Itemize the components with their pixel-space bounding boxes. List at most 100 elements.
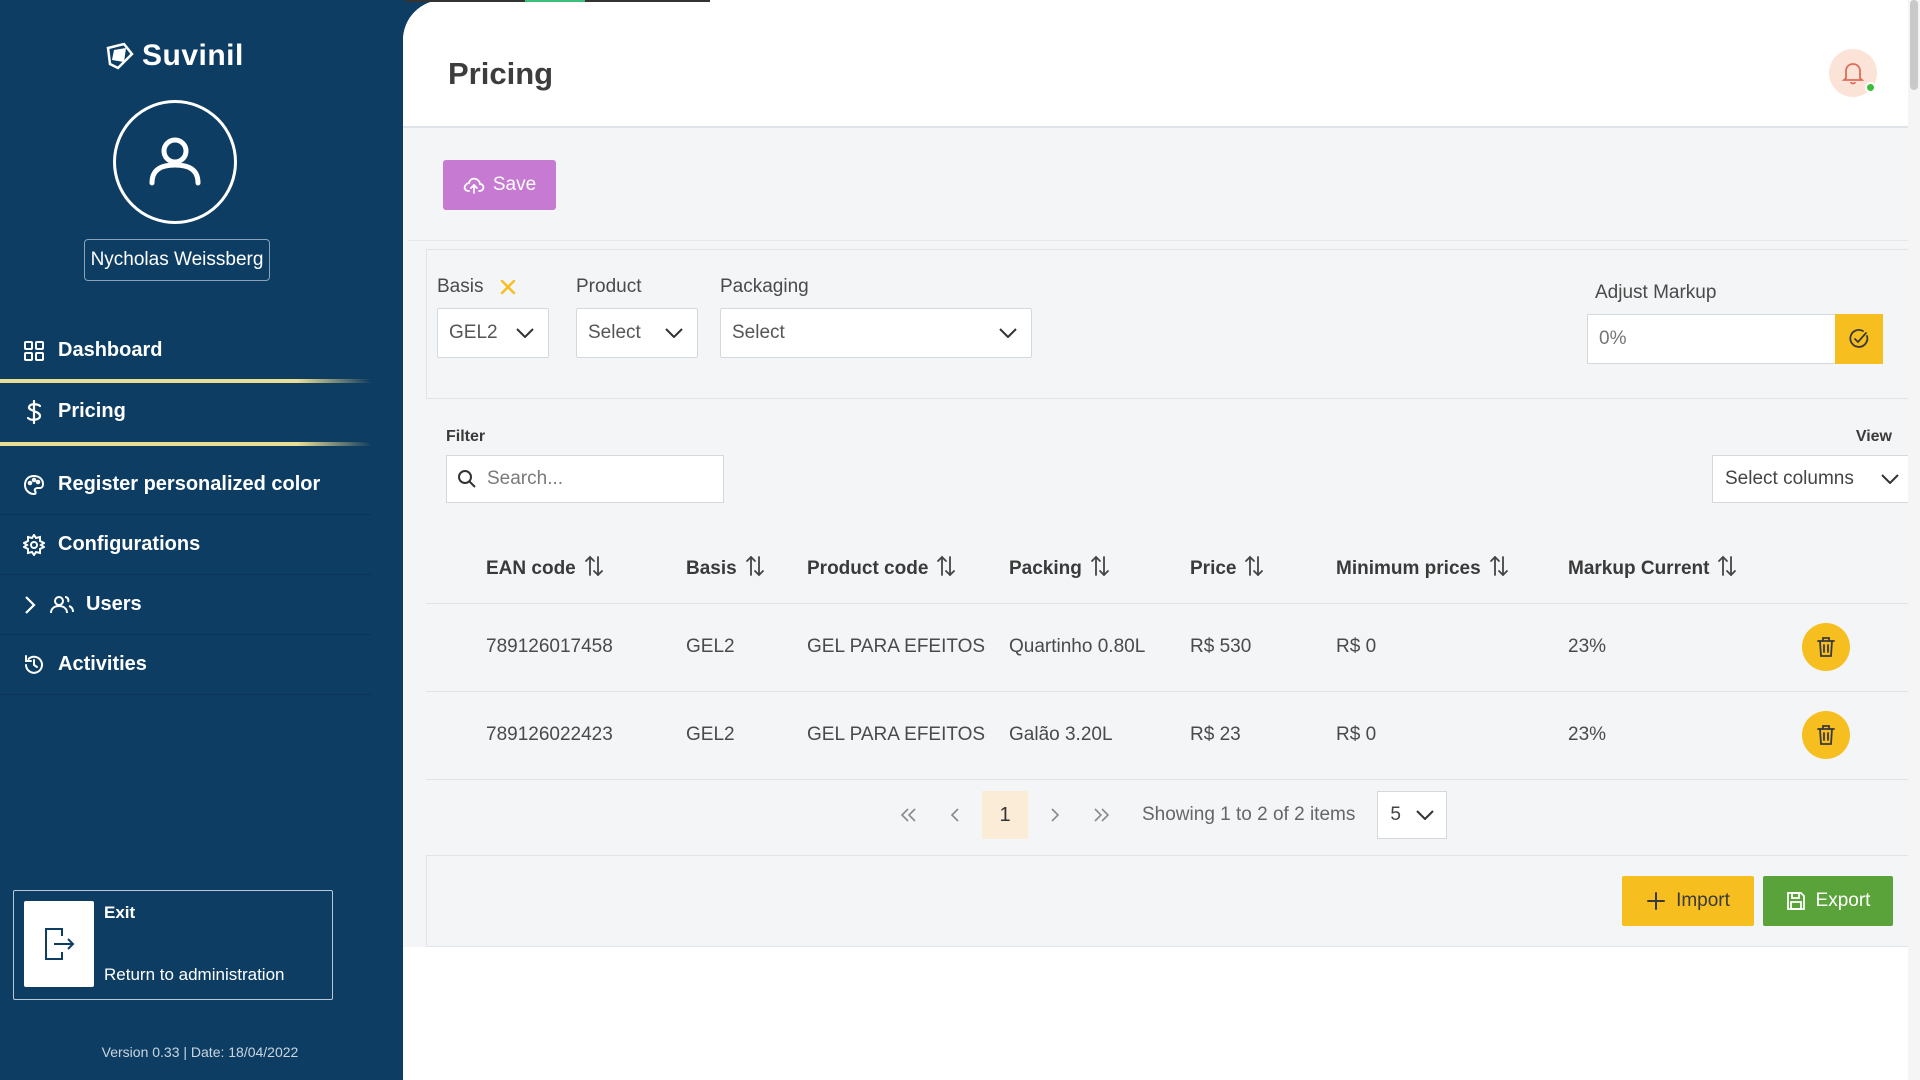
page-size-select[interactable]: 5 bbox=[1377, 791, 1448, 839]
apply-markup-button[interactable] bbox=[1835, 314, 1883, 364]
chevron-down-icon bbox=[999, 328, 1017, 338]
sidebar-item-users[interactable]: Users bbox=[0, 575, 372, 635]
cell-price: R$ 23 bbox=[1190, 724, 1241, 745]
user-name: Nycholas Weissberg bbox=[84, 239, 270, 281]
columns-select[interactable]: Select columns bbox=[1712, 455, 1912, 503]
save-button-label: Save bbox=[492, 174, 537, 195]
save-button[interactable]: Save bbox=[443, 160, 556, 210]
sidebar-item-label: Register personalized color bbox=[58, 473, 321, 495]
sidebar-item-pricing[interactable]: Pricing bbox=[0, 379, 372, 446]
page-header: Pricing bbox=[403, 0, 1920, 128]
users-icon bbox=[50, 593, 74, 617]
plus-icon bbox=[1647, 892, 1666, 910]
main-footer-area bbox=[403, 947, 1920, 1080]
save-disk-icon bbox=[1786, 892, 1805, 910]
basis-filter: Basis GEL2 bbox=[437, 276, 549, 358]
grid-icon bbox=[22, 339, 46, 363]
export-button[interactable]: Export bbox=[1763, 876, 1893, 926]
delete-row-button[interactable] bbox=[1802, 711, 1850, 759]
check-circle-icon bbox=[1849, 329, 1869, 348]
palette-icon bbox=[22, 473, 46, 497]
column-header[interactable]: Price bbox=[1190, 535, 1336, 603]
view-label: View bbox=[1855, 428, 1892, 445]
sort-icon[interactable] bbox=[936, 555, 956, 583]
delete-row-button[interactable] bbox=[1802, 623, 1850, 671]
last-page-icon[interactable] bbox=[1078, 791, 1124, 839]
adjust-markup-group: Adjust Markup bbox=[1587, 282, 1883, 364]
column-header[interactable]: Product code bbox=[807, 535, 1009, 603]
table-panel: Filter View Select columns EAN code Basi… bbox=[426, 407, 1912, 855]
next-page-icon[interactable] bbox=[1032, 791, 1078, 839]
markup-input[interactable] bbox=[1587, 314, 1835, 364]
avatar[interactable] bbox=[113, 100, 237, 224]
column-header-label: Product code bbox=[807, 557, 929, 579]
notifications-button[interactable] bbox=[1829, 49, 1877, 97]
packaging-value: Select bbox=[732, 322, 785, 343]
sort-icon[interactable] bbox=[1090, 555, 1110, 583]
sidebar-item-activities[interactable]: Activities bbox=[0, 635, 372, 695]
import-button-label: Import bbox=[1676, 890, 1730, 911]
user-icon bbox=[149, 137, 201, 186]
brand-logo: Suvinil bbox=[104, 36, 244, 76]
cell-markup-current: 23% bbox=[1568, 636, 1607, 657]
sort-icon[interactable] bbox=[745, 555, 765, 583]
packaging-select[interactable]: Select bbox=[720, 308, 1032, 358]
cell-ean-code: 789126022423 bbox=[486, 724, 613, 745]
sort-icon[interactable] bbox=[1717, 555, 1737, 583]
search-input[interactable] bbox=[487, 468, 707, 490]
prev-page-icon[interactable] bbox=[932, 791, 978, 839]
import-button[interactable]: Import bbox=[1622, 876, 1754, 926]
column-header[interactable]: EAN code bbox=[486, 535, 686, 603]
first-page-icon[interactable] bbox=[886, 791, 932, 839]
clear-icon[interactable] bbox=[499, 278, 517, 296]
packaging-filter: Packaging Select bbox=[720, 276, 1032, 358]
actions-panel: Import Export bbox=[426, 855, 1912, 947]
product-select[interactable]: Select bbox=[576, 308, 698, 358]
column-header[interactable]: Minimum prices bbox=[1336, 535, 1568, 603]
column-header-label: Markup Current bbox=[1568, 557, 1710, 579]
page-title: Pricing bbox=[448, 56, 554, 91]
column-header[interactable]: Markup Current bbox=[1568, 535, 1802, 603]
online-status-dot bbox=[1865, 82, 1876, 93]
cell-packing: Galão 3.20L bbox=[1009, 724, 1113, 745]
trash-icon bbox=[1817, 637, 1835, 657]
cell-basis: GEL2 bbox=[686, 636, 735, 657]
save-toolbar: Save bbox=[408, 130, 1920, 241]
sidebar-item-register-personalized-color[interactable]: Register personalized color bbox=[0, 455, 372, 515]
exit-title: Exit bbox=[104, 903, 136, 922]
sidebar-item-configurations[interactable]: Configurations bbox=[0, 515, 372, 575]
sidebar-nav: Dashboard Pricing Register personalized … bbox=[0, 321, 372, 695]
scrollbar-thumb[interactable] bbox=[1910, 0, 1918, 90]
exit-button[interactable]: Exit Return to administration bbox=[13, 890, 333, 1000]
trash-icon bbox=[1817, 725, 1835, 745]
page-number[interactable]: 1 bbox=[982, 791, 1028, 839]
filters-panel: Basis GEL2 Product Select Packaging Sele… bbox=[426, 249, 1912, 399]
chevron-down-icon bbox=[1416, 810, 1435, 820]
sort-icon[interactable] bbox=[1489, 555, 1509, 583]
sort-icon[interactable] bbox=[584, 555, 604, 583]
basis-select[interactable]: GEL2 bbox=[437, 308, 549, 358]
sort-icon[interactable] bbox=[1244, 555, 1264, 583]
column-header-label: Packing bbox=[1009, 557, 1082, 579]
search-field[interactable] bbox=[446, 455, 724, 503]
cell-product-code: GEL PARA EFEITOS bbox=[807, 636, 986, 657]
column-header[interactable]: Packing bbox=[1009, 535, 1190, 603]
cell-packing: Quartinho 0.80L bbox=[1009, 636, 1146, 657]
column-header-label: Minimum prices bbox=[1336, 557, 1481, 579]
column-header[interactable]: Basis bbox=[686, 535, 807, 603]
brand-name: Suvinil bbox=[142, 39, 244, 72]
cell-price: R$ 530 bbox=[1190, 636, 1252, 657]
chevron-down-icon bbox=[516, 328, 534, 338]
pagination-info: Showing 1 to 2 of 2 items bbox=[1142, 804, 1356, 825]
export-button-label: Export bbox=[1815, 890, 1871, 911]
product-filter: Product Select bbox=[576, 276, 698, 358]
sidebar-item-label: Users bbox=[86, 593, 142, 615]
cloud-upload-icon bbox=[463, 177, 485, 194]
history-icon bbox=[22, 653, 46, 677]
sidebar-item-dashboard[interactable]: Dashboard bbox=[0, 321, 372, 381]
basis-label: Basis bbox=[437, 276, 484, 297]
column-header-label: Basis bbox=[686, 557, 737, 579]
bell-icon bbox=[1842, 63, 1864, 85]
cell-minimum-price: R$ 0 bbox=[1336, 636, 1377, 657]
scrollbar[interactable] bbox=[1908, 0, 1920, 1080]
